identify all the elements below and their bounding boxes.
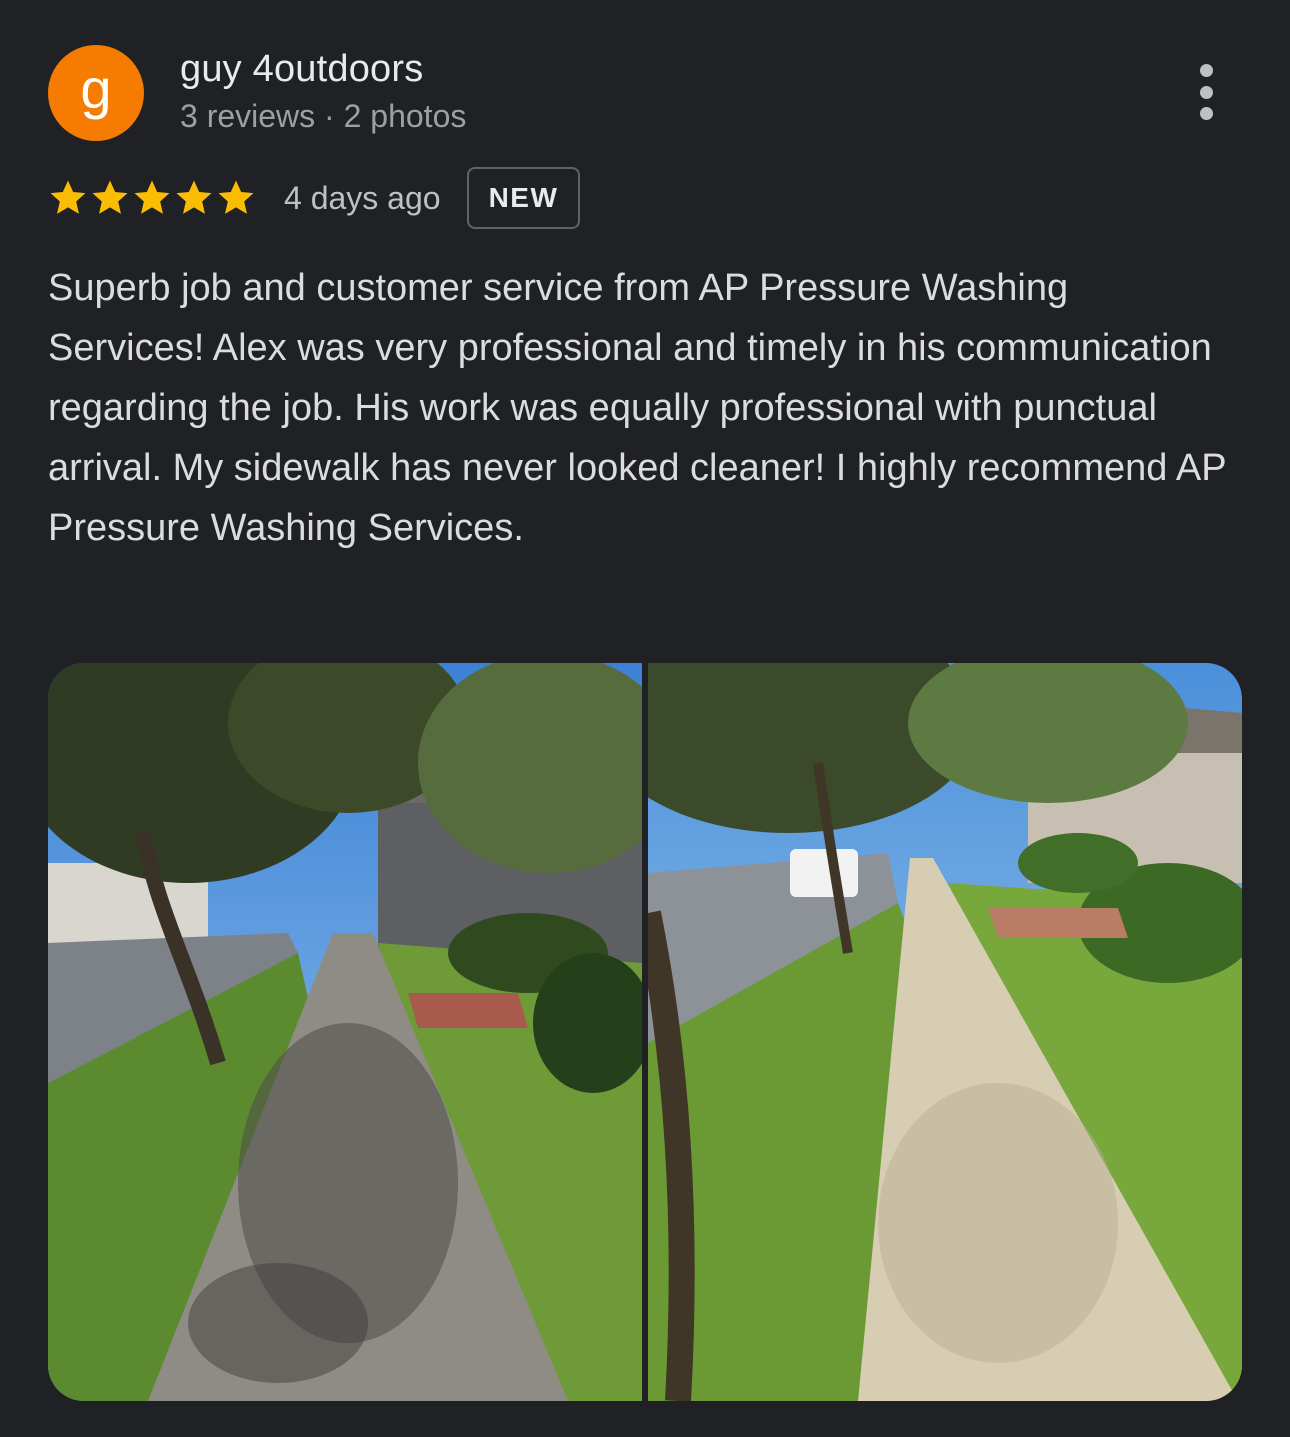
reviewer-meta: 3 reviews · 2 photos (180, 98, 467, 134)
more-options-button[interactable] (1186, 64, 1226, 120)
star-icon (50, 180, 86, 214)
star-icon (92, 180, 128, 214)
review-photo-after[interactable] (648, 663, 1242, 1401)
review-photo-before[interactable] (48, 663, 642, 1401)
new-badge: NEW (466, 167, 581, 229)
star-icon (218, 180, 254, 214)
star-rating (48, 178, 258, 218)
review-date: 4 days ago (284, 179, 441, 216)
avatar-letter: g (80, 57, 112, 120)
avatar[interactable]: g (48, 45, 144, 141)
star-icon (134, 180, 170, 214)
reviewer-name[interactable]: guy 4outdoors (180, 48, 423, 91)
more-vert-icon (1199, 64, 1213, 120)
star-icon (176, 180, 212, 214)
photo-after-image (648, 663, 1242, 1401)
rating-row: 4 days ago NEW (48, 165, 581, 231)
photo-before-image (48, 663, 642, 1401)
review-text: Superb job and customer service from AP … (48, 267, 1226, 549)
review-photos (48, 663, 1242, 1401)
